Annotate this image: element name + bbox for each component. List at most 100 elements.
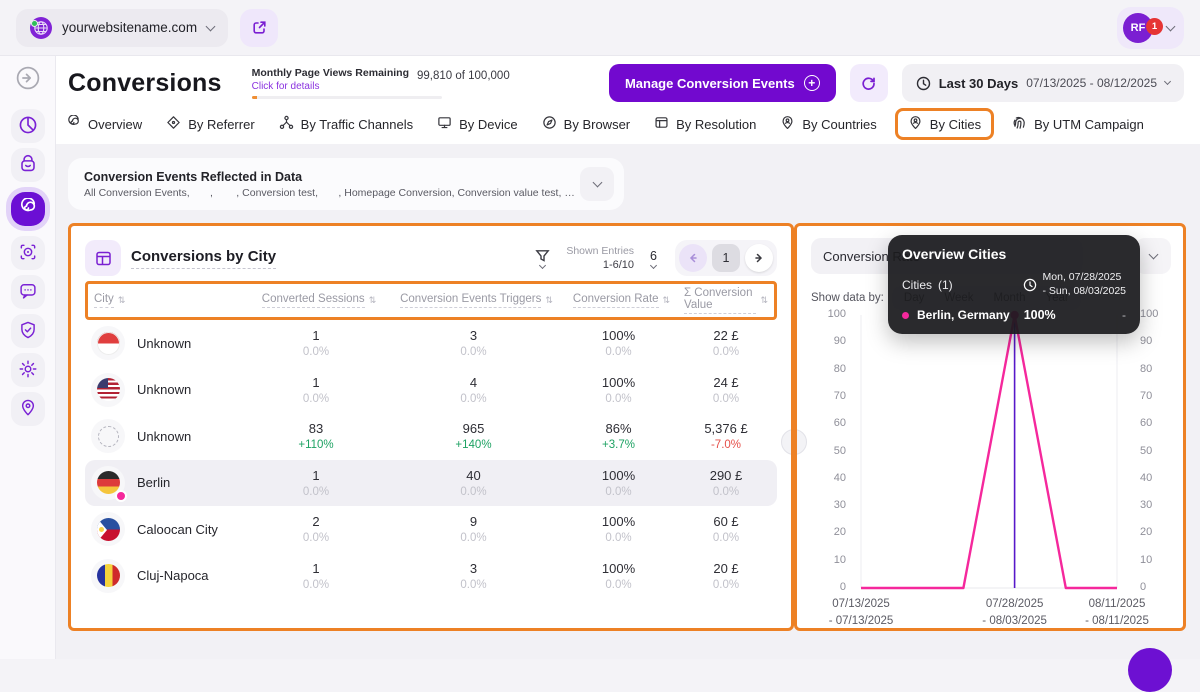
value-cell: 100%0.0%	[556, 468, 681, 498]
refresh-button[interactable]	[850, 64, 888, 102]
table-row-unknown[interactable]: Unknown 10.0% 40.0% 100%0.0% 24 £0.0%	[85, 367, 777, 414]
feedback-chat-icon	[18, 281, 38, 304]
previous-page-button[interactable]	[679, 244, 707, 272]
city-name: Caloocan City	[137, 522, 218, 537]
value-cell: 60 £0.0%	[681, 514, 771, 544]
table-filter-button[interactable]	[535, 249, 550, 268]
y-axis-tick-right: 80	[1140, 363, 1186, 375]
sort-icon: ⇅	[545, 296, 553, 306]
value-cell: 20 £0.0%	[681, 561, 771, 591]
tab-label: By Device	[459, 117, 518, 132]
page-header: Conversions Monthly Page Views Remaining…	[56, 56, 1200, 108]
column-header-converted-sessions[interactable]: Converted Sessions⇅	[244, 293, 394, 308]
table-row-berlin[interactable]: Berlin 10.0% 400.0% 100%0.0% 290 £0.0%	[85, 460, 777, 507]
tab-overview[interactable]: Overview	[66, 110, 142, 138]
y-axis-tick-left: 40	[800, 472, 846, 484]
chart-card-expand-button[interactable]	[1135, 238, 1171, 274]
value-cell: 90.0%	[391, 514, 556, 544]
open-website-button[interactable]	[240, 9, 278, 47]
events-panel-expand-button[interactable]	[580, 167, 614, 201]
tab-by-countries[interactable]: By Countries	[780, 110, 876, 138]
tabs-row: Overview By Referrer By Traffic Channels By…	[56, 108, 1200, 144]
value-cell: 10.0%	[241, 561, 391, 591]
tab-by-browser[interactable]: By Browser	[542, 110, 630, 138]
conversion-events-panel: Conversion Events Reflected in Data All …	[68, 158, 624, 210]
value-cell: 20.0%	[241, 514, 391, 544]
sidebar	[0, 56, 56, 659]
chart-plot-area	[861, 315, 1117, 588]
sidebar-item-feedback-chat[interactable]	[11, 275, 45, 309]
y-axis-tick-left: 20	[800, 526, 846, 538]
column-header-conversion-rate[interactable]: Conversion Rate⇅	[559, 293, 684, 308]
traffic-icon	[279, 115, 294, 133]
sidebar-item-panel-toggle[interactable]	[11, 62, 45, 96]
sidebar-item-settings-gear[interactable]	[11, 353, 45, 387]
tab-by-cities[interactable]: By Cities	[895, 108, 994, 140]
chevron-down-icon	[650, 261, 657, 268]
help-fab-button[interactable]	[1128, 648, 1172, 692]
tab-by-utm-campaign[interactable]: By UTM Campaign	[1012, 110, 1144, 138]
sidebar-item-conversions-spiral[interactable]	[11, 192, 45, 226]
value-cell: 10.0%	[241, 375, 391, 405]
show-data-by-label: Show data by:	[811, 292, 884, 304]
y-axis-tick-right: 30	[1140, 499, 1186, 511]
chevron-down-icon	[1166, 21, 1176, 31]
conversions-by-city-card: Conversions by City Shown Entries 1-6/10…	[68, 223, 794, 631]
sidebar-item-privacy-shield[interactable]	[11, 314, 45, 348]
events-panel-title: Conversion Events Reflected in Data	[84, 170, 580, 184]
website-selector[interactable]: yourwebsitename.com	[16, 9, 228, 47]
column-header--conversion-value[interactable]: Σ Conversion Value⇅	[684, 287, 768, 314]
browser-icon	[542, 115, 557, 133]
value-cell: 965+140%	[391, 421, 556, 451]
utm-icon	[1012, 115, 1027, 133]
value-cell: 22 £0.0%	[681, 328, 771, 358]
city-name: Berlin	[137, 475, 170, 490]
y-axis-tick-left: 10	[800, 554, 846, 566]
user-menu[interactable]: RF 1	[1117, 7, 1184, 49]
tooltip-series-value: 100%	[1024, 308, 1056, 322]
y-axis-tick-left: 0	[800, 581, 846, 593]
value-cell: 86%+3.7%	[556, 421, 681, 451]
page-size-selector[interactable]: 6	[650, 249, 657, 268]
y-axis-tick-right: 10	[1140, 554, 1186, 566]
tab-by-resolution[interactable]: By Resolution	[654, 110, 756, 138]
table-row-caloocan-city[interactable]: Caloocan City 20.0% 90.0% 100%0.0% 60 £0…	[85, 506, 777, 553]
column-header-conversion-events-triggers[interactable]: Conversion Events Triggers⇅	[394, 293, 559, 308]
tab-by-device[interactable]: By Device	[437, 110, 518, 138]
device-icon	[437, 115, 452, 133]
sidebar-item-pie-chart[interactable]	[11, 109, 45, 143]
value-cell: 30.0%	[391, 328, 556, 358]
y-axis-tick-left: 50	[800, 445, 846, 457]
flag-philippines-icon	[91, 512, 125, 546]
tab-by-referrer[interactable]: By Referrer	[166, 110, 254, 138]
city-name: Cluj-Napoca	[137, 568, 209, 583]
table-row-unknown[interactable]: Unknown 83+110% 965+140% 86%+3.7% 5,376 …	[85, 413, 777, 460]
date-range-picker[interactable]: Last 30 Days 07/13/2025 - 08/12/2025	[902, 64, 1184, 102]
panel-toggle-icon	[15, 65, 41, 94]
next-page-button[interactable]	[745, 244, 773, 272]
value-cell: 290 £0.0%	[681, 468, 771, 498]
y-axis-tick-right: 40	[1140, 472, 1186, 484]
quota-details-link[interactable]: Click for details	[252, 81, 409, 92]
countries-icon	[780, 115, 795, 133]
table-row-unknown[interactable]: Unknown 10.0% 30.0% 100%0.0% 22 £0.0%	[85, 320, 777, 367]
city-cell: Berlin	[91, 466, 241, 500]
sidebar-item-location-pin[interactable]	[11, 392, 45, 426]
session-target-icon	[18, 242, 38, 265]
annotation-junction	[791, 425, 797, 459]
value-cell: 400.0%	[391, 468, 556, 498]
current-page[interactable]: 1	[712, 244, 740, 272]
column-header-city[interactable]: City⇅	[94, 293, 244, 308]
manage-conversion-events-button[interactable]: Manage Conversion Events +	[609, 64, 836, 102]
sidebar-item-bag[interactable]	[11, 148, 45, 182]
sidebar-item-session-target[interactable]	[11, 236, 45, 270]
tooltip-group: Cities(1)	[902, 278, 953, 292]
website-name: yourwebsitename.com	[62, 20, 197, 35]
table-row-cluj-napoca[interactable]: Cluj-Napoca 10.0% 30.0% 100%0.0% 20 £0.0…	[85, 553, 777, 600]
x-axis-tick: 07/13/2025- 07/13/2025	[806, 596, 916, 629]
tooltip-title: Overview Cities	[902, 246, 1126, 262]
x-axis-tick: 08/11/2025- 08/11/2025	[1062, 596, 1172, 629]
sort-icon: ⇅	[369, 296, 377, 306]
tab-by-traffic-channels[interactable]: By Traffic Channels	[279, 110, 413, 138]
series-line	[861, 315, 1117, 588]
